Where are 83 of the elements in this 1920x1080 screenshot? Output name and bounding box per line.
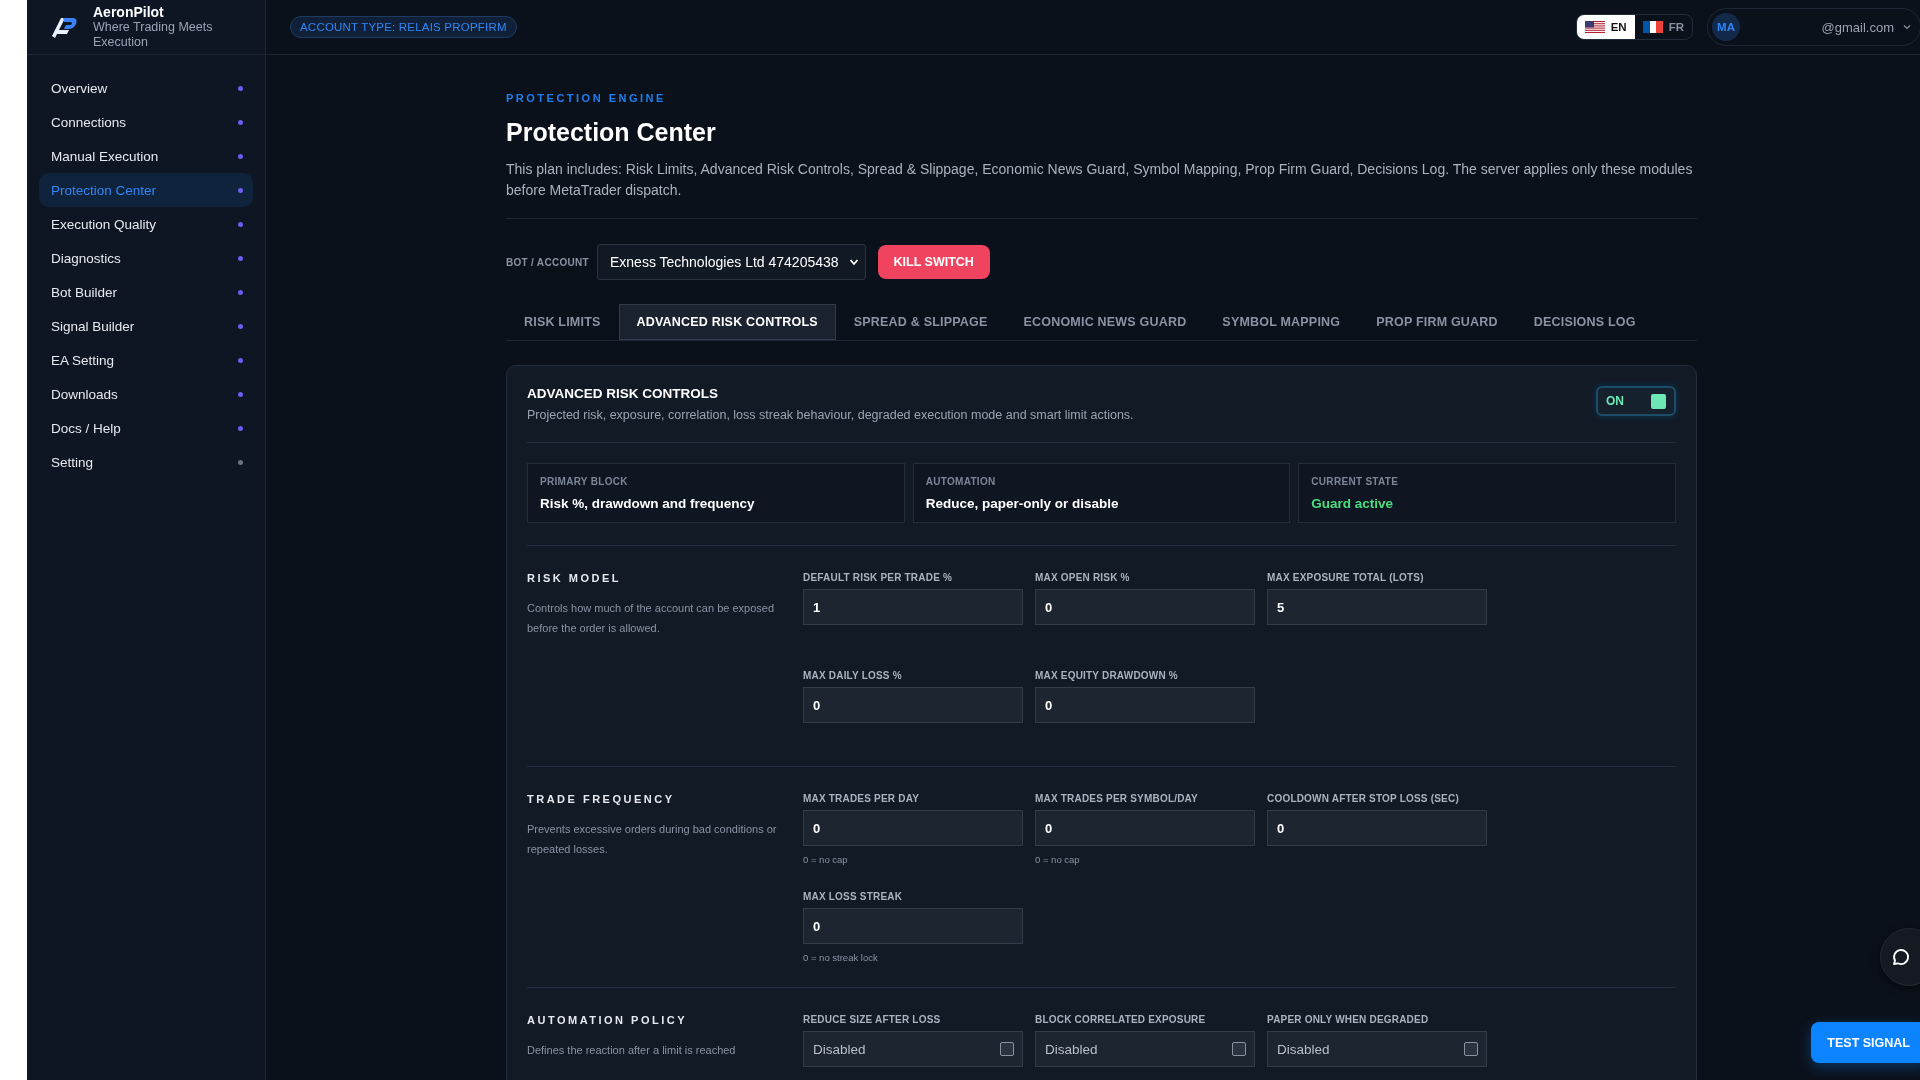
field-label: REDUCE SIZE AFTER LOSS xyxy=(803,1014,942,1025)
checkbox[interactable] xyxy=(1232,1042,1246,1056)
number-field[interactable]: 5 xyxy=(1267,589,1487,625)
select-field[interactable]: Disabled xyxy=(1035,1031,1255,1067)
sidebar-item[interactable]: Execution Quality xyxy=(39,207,253,241)
field-hint: 0 = no streak lock xyxy=(803,952,879,963)
language-button[interactable]: EN xyxy=(1576,15,1635,39)
account-label: BOT / ACCOUNT xyxy=(506,256,589,268)
tab[interactable]: ADVANCED RISK CONTROLS xyxy=(618,304,836,340)
kill-switch-button[interactable]: KILL SWITCH xyxy=(877,245,990,279)
field-label: PAPER ONLY WHEN DEGRADED xyxy=(1267,1014,1430,1025)
summary-label: CURRENT STATE xyxy=(1311,476,1400,487)
user-avatar: MA xyxy=(1712,13,1740,41)
summary-value: Risk %, drawdown and frequency xyxy=(540,496,756,511)
sidebar-item[interactable]: Docs / Help xyxy=(39,411,253,445)
number-field[interactable]: 0 xyxy=(1267,810,1487,846)
select-field[interactable]: Disabled xyxy=(803,1031,1023,1067)
sidebar-item[interactable]: Signal Builder xyxy=(39,309,253,343)
us-flag-icon xyxy=(1584,21,1605,33)
language-button[interactable]: FR xyxy=(1634,15,1692,39)
section-title: TRADE FREQUENCY xyxy=(527,793,676,805)
toggle-switch[interactable]: ON xyxy=(1596,386,1676,416)
sidebar-item[interactable]: Downloads xyxy=(39,377,253,411)
tab[interactable]: SPREAD & SLIPPAGE xyxy=(835,304,1006,340)
test-signal-button[interactable]: TEST SIGNAL xyxy=(1811,1022,1920,1063)
field-label: MAX TRADES PER DAY xyxy=(803,793,921,804)
number-field[interactable]: 0 xyxy=(1035,589,1255,625)
brand-name: AeronPilot xyxy=(93,4,165,20)
field-label: MAX LOSS STREAK xyxy=(803,891,904,902)
field-label: BLOCK CORRELATED EXPOSURE xyxy=(1035,1014,1207,1025)
tab[interactable]: DECISIONS LOG xyxy=(1515,304,1654,340)
number-field[interactable]: 0 xyxy=(803,810,1023,846)
number-field[interactable]: 1 xyxy=(803,589,1023,625)
tab[interactable]: PROP FIRM GUARD xyxy=(1358,304,1516,340)
field-label: MAX EQUITY DRAWDOWN % xyxy=(1035,670,1179,681)
number-field[interactable]: 0 xyxy=(1035,687,1255,723)
page-description: This plan includes: Risk Limits, Advanced Risk Controls, Spread & Slippage, Economic News Guard, Symbol Mapping, Prop Firm Guard, Decisions Log. The server applies only these modules before MetaTrader dispatch. xyxy=(506,159,1697,219)
sidebar-item[interactable]: Protection Center xyxy=(39,173,253,207)
section-description: Prevents excessive orders during bad conditions or repeated losses. xyxy=(527,822,778,857)
field-hint: 0 = no cap xyxy=(1035,854,1081,865)
section-title: RISK MODEL xyxy=(527,572,623,584)
tab[interactable]: ECONOMIC NEWS GUARD xyxy=(1005,304,1205,340)
summary-value: Reduce, paper-only or disable xyxy=(925,496,1120,511)
checkbox[interactable] xyxy=(1000,1042,1014,1056)
field-label: MAX EXPOSURE TOTAL (LOTS) xyxy=(1267,572,1425,583)
section-title: AUTOMATION POLICY xyxy=(527,1014,689,1026)
field-label: COOLDOWN AFTER STOP LOSS (SEC) xyxy=(1267,793,1460,804)
user-email: @gmail.com xyxy=(1820,19,1894,35)
field-label: MAX OPEN RISK % xyxy=(1035,572,1131,583)
france-flag-icon xyxy=(1642,21,1663,33)
summary-value: Guard active xyxy=(1311,496,1395,511)
tab[interactable]: SYMBOL MAPPING xyxy=(1204,304,1359,340)
checkbox[interactable] xyxy=(1464,1042,1478,1056)
sidebar-item[interactable]: Overview xyxy=(39,71,253,105)
card-title: ADVANCED RISK CONTROLS xyxy=(527,386,719,401)
select-field[interactable]: Disabled xyxy=(1267,1031,1487,1067)
card-subtitle: Projected risk, exposure, correlation, loss streak behaviour, degraded execution mode and smart limit actions. xyxy=(527,408,1134,422)
sidebar-item[interactable]: Bot Builder xyxy=(39,275,253,309)
section-description: Controls how much of the account can be exposed before the order is allowed. xyxy=(527,601,776,636)
section-description: Defines the reaction after a limit is reached xyxy=(527,1043,737,1058)
sidebar-item[interactable]: Manual Execution xyxy=(39,139,253,173)
chevron-down-icon xyxy=(1902,22,1912,32)
sidebar-item[interactable]: Connections xyxy=(39,105,253,139)
tab[interactable]: RISK LIMITS xyxy=(506,304,619,340)
field-label: MAX TRADES PER SYMBOL/DAY xyxy=(1035,793,1199,804)
page-title: Protection Center xyxy=(506,118,717,147)
field-hint: 0 = no cap xyxy=(803,854,849,865)
summary-label: PRIMARY BLOCK xyxy=(540,476,629,487)
speech-bubble-icon xyxy=(1890,947,1910,967)
account-type-badge: ACCOUNT TYPE: RELAIS PROPFIRM xyxy=(290,16,517,38)
field-label: DEFAULT RISK PER TRADE % xyxy=(803,572,954,583)
page-eyebrow: PROTECTION ENGINE xyxy=(506,92,667,104)
number-field[interactable]: 0 xyxy=(1035,810,1255,846)
number-field[interactable]: 0 xyxy=(803,687,1023,723)
sidebar-item[interactable]: Setting xyxy=(39,445,253,479)
field-label: MAX DAILY LOSS % xyxy=(803,670,903,681)
summary-label: AUTOMATION xyxy=(925,476,997,487)
brand-tagline: Where Trading Meets Execution xyxy=(93,20,214,50)
caret-icon xyxy=(848,257,859,267)
number-field[interactable]: 0 xyxy=(803,908,1023,944)
sidebar-item[interactable]: Diagnostics xyxy=(39,241,253,275)
sidebar-item[interactable]: EA Setting xyxy=(39,343,253,377)
account-select[interactable]: Exness Technologies Ltd 474205438 xyxy=(596,244,866,280)
